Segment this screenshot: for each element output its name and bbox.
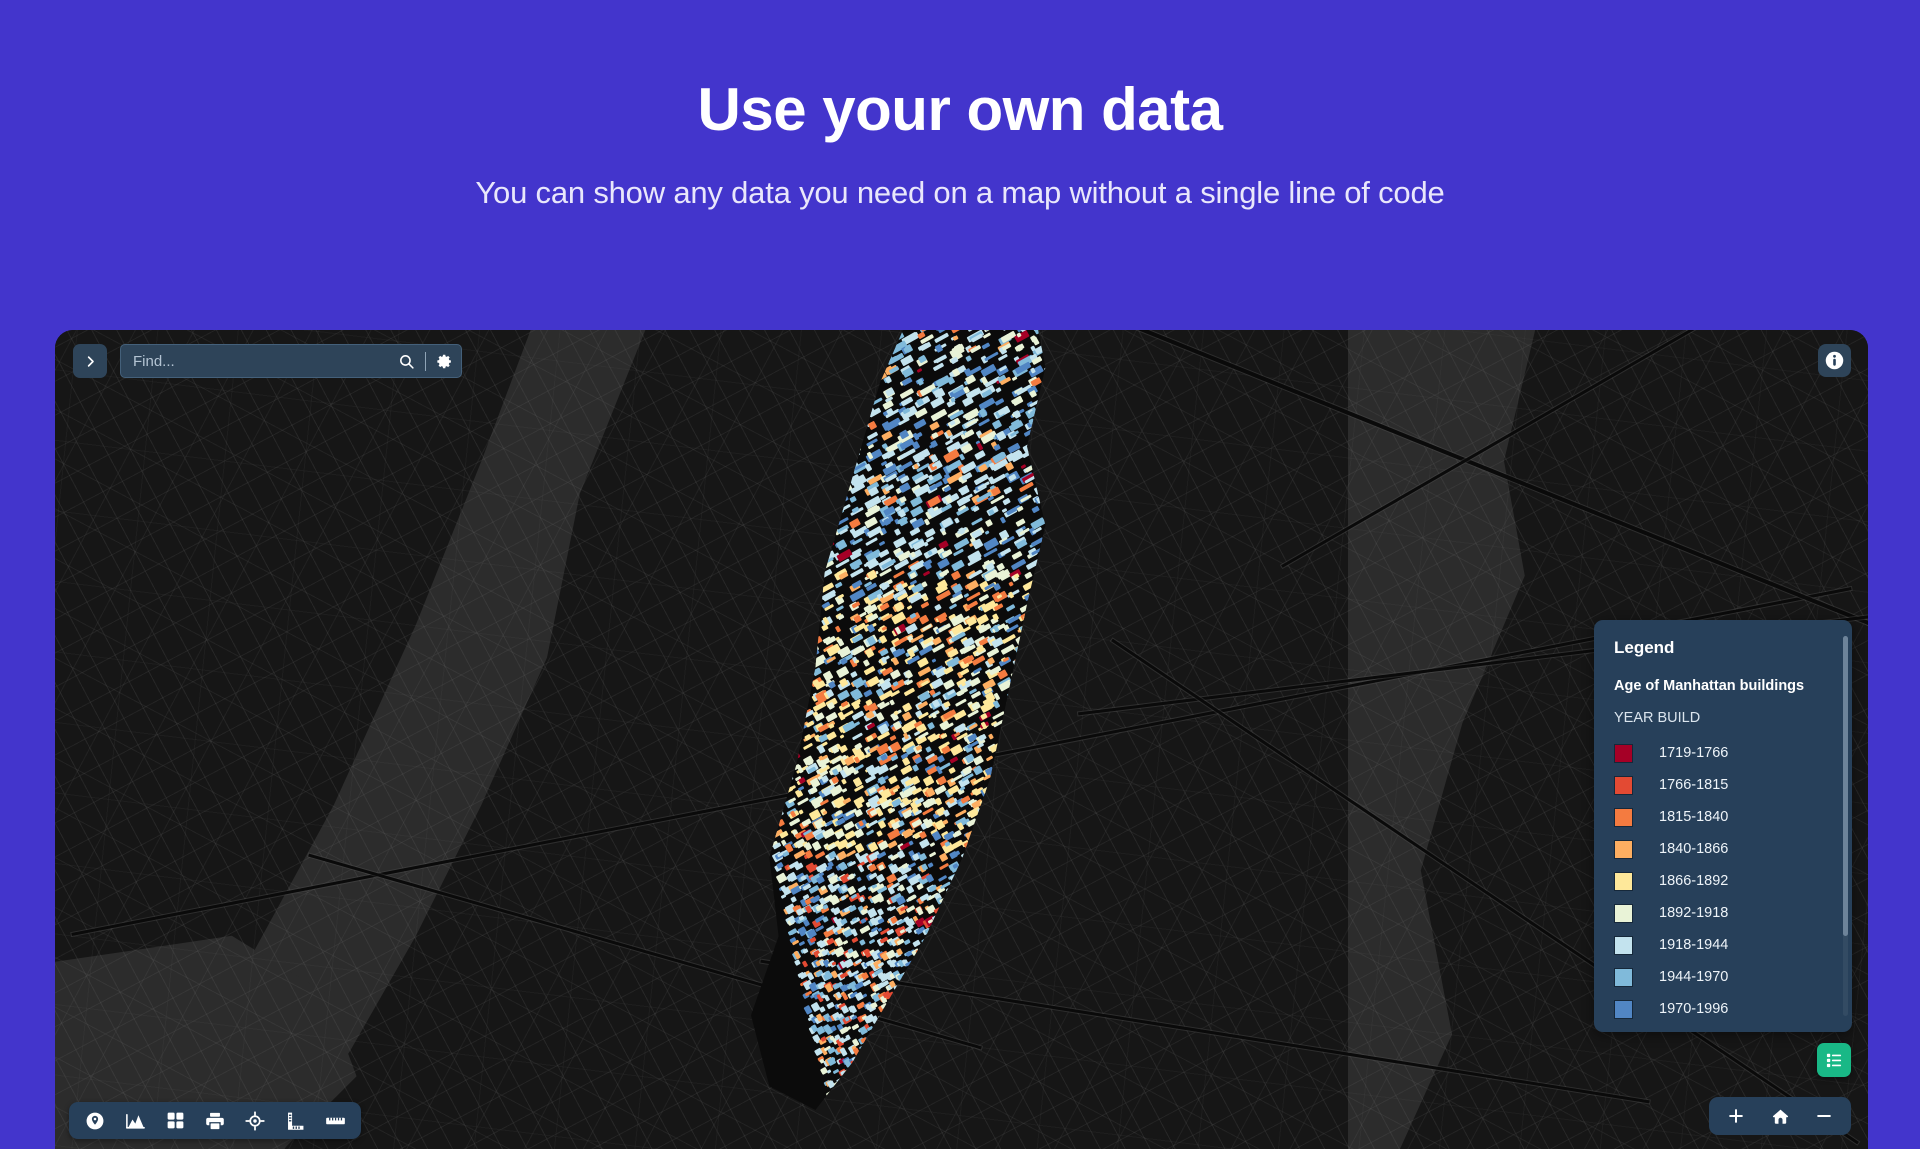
- home-icon: [1772, 1109, 1788, 1124]
- print-tool[interactable]: [198, 1106, 232, 1136]
- legend-row: 1866-1892: [1614, 865, 1832, 897]
- legend-label: 1970-1996: [1659, 1001, 1729, 1017]
- legend-swatch: [1614, 999, 1633, 1019]
- gear-icon[interactable]: [436, 353, 453, 370]
- legend-title: Legend: [1614, 638, 1675, 657]
- legend-swatch: [1614, 743, 1633, 763]
- elevation-chart-icon: [125, 1113, 145, 1129]
- legend-list-icon: [1826, 1053, 1842, 1068]
- legend-row: 1892-1918: [1614, 897, 1832, 929]
- legend-row: 1840-1866: [1614, 833, 1832, 865]
- legend-label: 1840-1866: [1659, 841, 1729, 857]
- legend-swatch: [1614, 871, 1633, 891]
- legend-swatch: [1614, 967, 1633, 987]
- legend-row: 1815-1840: [1614, 801, 1832, 833]
- legend-row: 1766-1815: [1614, 769, 1832, 801]
- legend-swatch: [1614, 775, 1633, 795]
- basemap-gallery-tool[interactable]: [158, 1106, 192, 1136]
- legend-row: 1918-1944: [1614, 929, 1832, 961]
- map-panel[interactable]: Legend Age of Manhattan buildings YEAR B…: [55, 330, 1868, 1149]
- info-icon: [1825, 351, 1844, 370]
- search-bar[interactable]: [120, 344, 462, 378]
- legend-label: 1918-1944: [1659, 937, 1729, 953]
- crosshair-icon: [245, 1110, 265, 1131]
- area-measure-tool[interactable]: [278, 1106, 312, 1136]
- page-title: Use your own data: [697, 76, 1223, 143]
- legend-swatch: [1614, 807, 1633, 827]
- legend-label: 1719-1766: [1659, 745, 1729, 761]
- legend-label: 1944-1970: [1659, 969, 1729, 985]
- legend-swatch: [1614, 903, 1633, 923]
- home-button[interactable]: [1759, 1099, 1801, 1133]
- search-divider: [425, 351, 426, 371]
- legend-label: 1766-1815: [1659, 777, 1729, 793]
- minus-icon: [1817, 1115, 1831, 1117]
- expand-sidebar-button[interactable]: [73, 344, 107, 378]
- legend-label: 1866-1892: [1659, 873, 1729, 889]
- search-icon[interactable]: [398, 353, 415, 370]
- legend-label: 1892-1918: [1659, 905, 1729, 921]
- legend-scrollbar[interactable]: [1843, 636, 1848, 1016]
- map-pin-circle-icon: [86, 1112, 104, 1129]
- elevation-profile-tool[interactable]: [118, 1106, 152, 1136]
- legend-layer-name: Age of Manhattan buildings: [1614, 678, 1805, 694]
- legend-toggle-button[interactable]: [1817, 1043, 1851, 1077]
- plus-icon: [1729, 1109, 1743, 1123]
- map-toolbar[interactable]: [69, 1102, 361, 1139]
- legend-item-list: 1719-1766 1766-1815 1815-1840 1840-1866 1866…: [1594, 737, 1852, 1025]
- zoom-out-button[interactable]: [1803, 1099, 1845, 1133]
- legend-field-label: YEAR BUILD: [1614, 710, 1701, 726]
- legend-row: 1970-1996: [1614, 993, 1832, 1025]
- grid-squares-icon: [167, 1112, 183, 1129]
- legend-scroll-thumb[interactable]: [1843, 636, 1848, 936]
- legend-swatch: [1614, 839, 1633, 859]
- ruler-icon: [325, 1117, 345, 1124]
- zoom-controls[interactable]: [1709, 1097, 1851, 1135]
- zoom-in-button[interactable]: [1715, 1099, 1757, 1133]
- printer-icon: [206, 1112, 224, 1129]
- legend-label: 1815-1840: [1659, 809, 1729, 825]
- hero-section: Use your own data You can show any data …: [0, 0, 1920, 330]
- legend-row: 1719-1766: [1614, 737, 1832, 769]
- legend-swatch: [1614, 935, 1633, 955]
- measure-point-tool[interactable]: [78, 1106, 112, 1136]
- distance-measure-tool[interactable]: [318, 1106, 352, 1136]
- page-subtitle: You can show any data you need on a map …: [475, 174, 1445, 210]
- l-ruler-icon: [288, 1112, 304, 1130]
- chevron-right-icon: [87, 355, 94, 367]
- locate-tool[interactable]: [238, 1106, 272, 1136]
- legend-row: 1944-1970: [1614, 961, 1832, 993]
- info-button[interactable]: [1818, 344, 1851, 377]
- search-input[interactable]: [133, 352, 398, 370]
- legend-panel[interactable]: Legend Age of Manhattan buildings YEAR B…: [1594, 620, 1852, 1032]
